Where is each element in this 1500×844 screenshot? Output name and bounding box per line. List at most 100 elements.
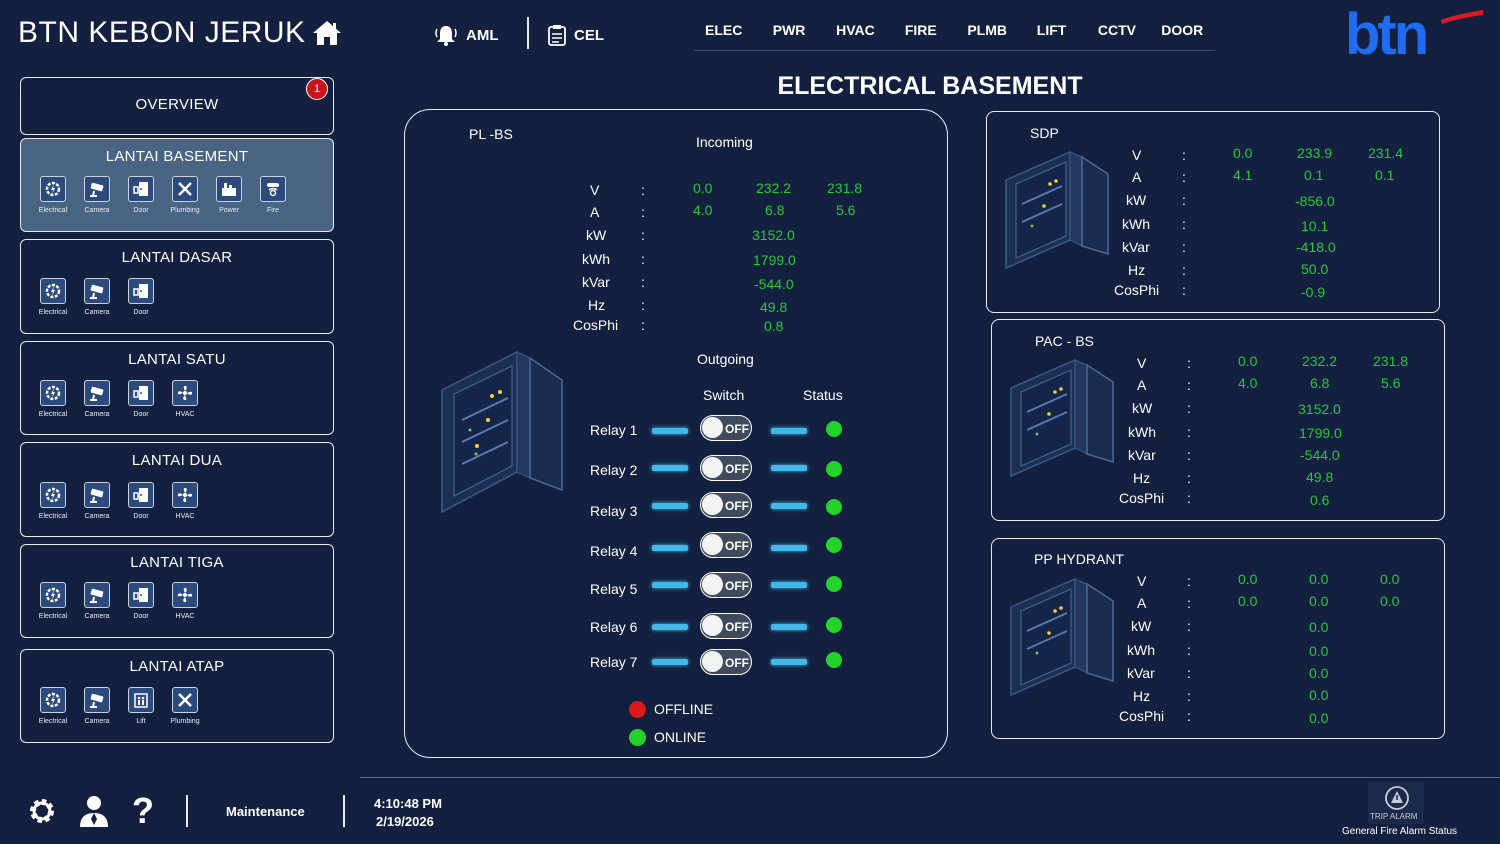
value-a2: 0.0 (1309, 593, 1329, 609)
panel-name: SDP (1030, 125, 1059, 141)
relay-5-switch[interactable]: OFF (700, 572, 752, 598)
clock-date: 2/19/2026 (376, 814, 434, 829)
camera-shortcut[interactable]: Camera (75, 482, 119, 520)
relay-5-label: Relay 5 (590, 581, 638, 597)
relay-6-switch[interactable]: OFF (700, 613, 752, 639)
value-v1: 0.0 (693, 180, 713, 196)
electrical-cabinet-icon (441, 350, 563, 514)
relay-7-switch[interactable]: OFF (700, 649, 752, 675)
trip-alarm-button[interactable]: TRIP ALARM (1368, 782, 1424, 824)
separator: : (1187, 470, 1191, 486)
separator: : (641, 317, 645, 333)
relay-1-switch[interactable]: OFF (700, 415, 752, 441)
value-cosphi: -0.9 (1301, 284, 1326, 300)
floor-card-dasar[interactable]: LANTAI DASAR Electrical Camera Door (20, 239, 334, 334)
metric-label-kw: kW (1132, 400, 1153, 416)
floor-card-satu[interactable]: LANTAI SATU Electrical Camera Door HVAC (20, 341, 334, 435)
floor-card-tiga[interactable]: LANTAI TIGA Electrical Camera Door HVAC (20, 544, 334, 638)
camera-shortcut[interactable]: Camera (75, 380, 119, 418)
electrical-shortcut[interactable]: Electrical (31, 687, 75, 725)
nav-fire[interactable]: FIRE (886, 22, 955, 50)
hvac-shortcut[interactable]: HVAC (163, 380, 207, 418)
plumbing-shortcut[interactable]: Plumbing (163, 687, 207, 725)
nav-cctv[interactable]: CCTV (1084, 22, 1149, 50)
electrical-shortcut[interactable]: Electrical (31, 278, 75, 316)
value-a2: 6.8 (765, 202, 785, 218)
separator: : (1182, 192, 1186, 208)
camera-shortcut[interactable]: Camera (75, 687, 119, 725)
camera-shortcut[interactable]: Camera (75, 582, 119, 620)
hvac-shortcut[interactable]: HVAC (163, 582, 207, 620)
door-shortcut[interactable]: Door (119, 482, 163, 520)
notification-badge[interactable]: 1 (306, 78, 328, 100)
separator: : (641, 274, 645, 290)
electrical-shortcut[interactable]: Electrical (31, 582, 75, 620)
plumbing-shortcut[interactable]: Plumbing (163, 176, 207, 214)
btn-logo: btn (1345, 6, 1483, 60)
nav-hvac[interactable]: HVAC (825, 22, 886, 50)
door-icon (133, 488, 148, 502)
value-hz: 0.0 (1309, 687, 1329, 703)
nav-pwr[interactable]: PWR (753, 22, 824, 50)
door-shortcut[interactable]: Door (119, 176, 163, 214)
camera-shortcut[interactable]: Camera (75, 278, 119, 316)
aml-button[interactable]: AML (434, 24, 499, 46)
relay-4-status (826, 537, 842, 553)
separator: : (1187, 618, 1191, 634)
relay-4-line-in (652, 545, 688, 551)
cctv-camera-icon (90, 182, 104, 197)
electrical-shortcut[interactable]: Electrical (31, 176, 75, 214)
metric-label-cosphi: CosPhi (1119, 708, 1165, 724)
home-icon[interactable] (312, 20, 342, 46)
hvac-shortcut[interactable]: HVAC (163, 482, 207, 520)
nav-plmb[interactable]: PLMB (955, 22, 1018, 50)
header-divider (527, 17, 529, 49)
trip-alarm-label: TRIP ALARM (1370, 812, 1418, 821)
nav-elec[interactable]: ELEC (694, 22, 753, 50)
fire-sensor-icon (267, 183, 279, 197)
metric-label-kw: kW (1126, 192, 1147, 208)
floor-icons: Electrical Camera Door Plumbing Power Fi… (31, 176, 295, 214)
metric-label-a: A (1137, 595, 1147, 611)
fire-shortcut[interactable]: Fire (251, 176, 295, 214)
relay-2-label: Relay 2 (590, 462, 638, 478)
door-shortcut[interactable]: Door (119, 380, 163, 418)
help-icon[interactable]: ? (132, 790, 154, 832)
relay-1-line-in (652, 428, 688, 434)
separator: : (641, 227, 645, 243)
metric-label-cosphi: CosPhi (1119, 490, 1165, 506)
alarm-bell-icon (435, 26, 457, 46)
relay-4-switch[interactable]: OFF (700, 532, 752, 558)
cctv-camera-icon (90, 588, 104, 603)
relay-5-line-out (771, 582, 807, 588)
floor-card-dua[interactable]: LANTAI DUA Electrical Camera Door HVAC (20, 442, 334, 537)
value-v1: 0.0 (1238, 353, 1258, 369)
electrical-shortcut[interactable]: Electrical (31, 380, 75, 418)
nav-door[interactable]: DOOR (1150, 22, 1215, 50)
relay-1-line-out (771, 428, 807, 434)
floor-icons: Electrical Camera Door HVAC (31, 482, 207, 520)
user-icon[interactable] (78, 794, 110, 828)
door-shortcut[interactable]: Door (119, 582, 163, 620)
relay-2-switch[interactable]: OFF (700, 455, 752, 481)
camera-shortcut[interactable]: Camera (75, 176, 119, 214)
power-shortcut[interactable]: Power (207, 176, 251, 214)
overview-button[interactable]: OVERVIEW (20, 77, 334, 135)
electrical-shortcut[interactable]: Electrical (31, 482, 75, 520)
clock-time: 4:10:48 PM (374, 796, 442, 811)
switch-knob (702, 534, 723, 555)
metric-label-hz: Hz (1133, 688, 1151, 704)
settings-gear-icon[interactable] (26, 795, 58, 827)
floor-card-basement[interactable]: LANTAI BASEMENT Electrical Camera Door P… (20, 138, 334, 232)
lift-shortcut[interactable]: Lift (119, 687, 163, 725)
cel-button[interactable]: CEL (548, 24, 604, 46)
relay-7-label: Relay 7 (590, 654, 638, 670)
relay-3-switch[interactable]: OFF (700, 492, 752, 518)
separator: : (1187, 573, 1191, 589)
door-shortcut[interactable]: Door (119, 278, 163, 316)
value-kvar: 0.0 (1309, 665, 1329, 681)
nav-lift[interactable]: LIFT (1019, 22, 1084, 50)
floor-card-atap[interactable]: LANTAI ATAP Electrical Camera Lift Plumb… (20, 649, 334, 743)
maintenance-button[interactable]: Maintenance (226, 804, 305, 819)
value-a1: 4.0 (1238, 375, 1258, 391)
